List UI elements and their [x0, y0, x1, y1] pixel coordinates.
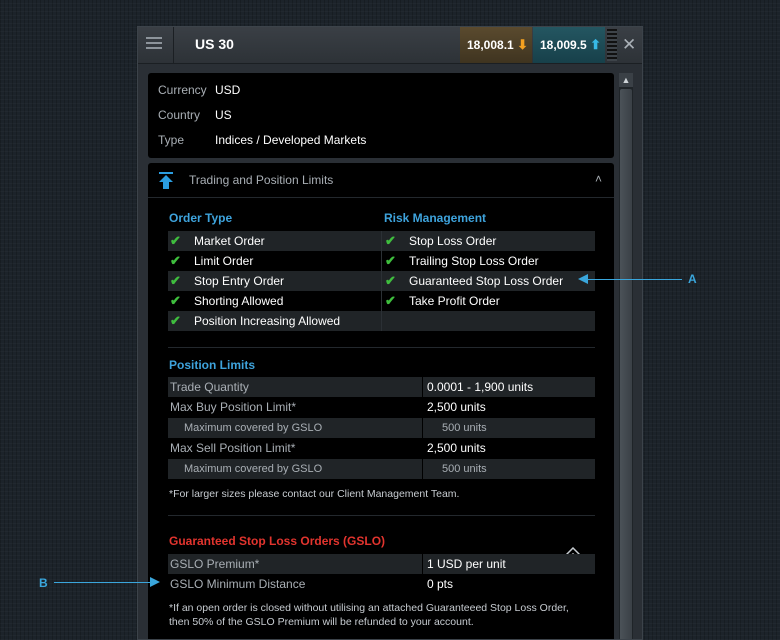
table-row: Maximum covered by GSLO 500 units — [168, 459, 595, 479]
collapse-up-icon — [159, 172, 173, 189]
order-type-label: Limit Order — [194, 254, 254, 268]
product-window: US 30 18,008.1 ⬇ 18,009.5 ⬆ ✕ ▲ Currency… — [137, 26, 643, 640]
chevron-up-icon[interactable]: ˄ — [595, 172, 602, 186]
risk-label: Stop Loss Order — [409, 234, 497, 248]
title-bar: US 30 18,008.1 ⬇ 18,009.5 ⬆ ✕ — [138, 27, 642, 64]
column-divider — [381, 231, 382, 331]
table-row: Trade Quantity 0.0001 - 1,900 units — [168, 377, 595, 397]
position-limits-title: Position Limits — [169, 358, 256, 372]
check-icon: ✔ — [170, 273, 181, 288]
market-title: US 30 — [195, 36, 234, 52]
check-icon: ✔ — [170, 313, 181, 328]
info-row-type: Type Indices / Developed Markets — [158, 133, 366, 147]
check-icon: ✔ — [170, 293, 181, 308]
callout-b-line — [54, 582, 152, 583]
check-icon: ✔ — [385, 293, 396, 308]
order-type-title: Order Type — [169, 211, 233, 225]
limit-value: 2,500 units — [427, 400, 486, 414]
order-type-label: Shorting Allowed — [194, 294, 284, 308]
gslo-title: Guaranteed Stop Loss Orders (GSLO) — [169, 534, 386, 548]
divider — [168, 515, 595, 516]
check-icon: ✔ — [385, 233, 396, 248]
position-limits-note: *For larger sizes please contact our Cli… — [169, 488, 460, 500]
buy-price: 18,009.5 — [540, 38, 587, 52]
table-row: Max Buy Position Limit* 2,500 units — [168, 397, 595, 417]
order-type-label: Market Order — [194, 234, 265, 248]
table-row: Maximum covered by GSLO 500 units — [168, 418, 595, 438]
gslo-label: GSLO Minimum Distance — [170, 577, 306, 591]
drag-grip-icon[interactable] — [607, 29, 617, 61]
vertical-scrollbar[interactable]: ▲ — [619, 73, 633, 639]
info-label: Type — [158, 133, 185, 147]
gslo-label: GSLO Premium* — [170, 557, 260, 571]
hamburger-menu-icon[interactable] — [146, 37, 162, 53]
scroll-up-icon[interactable]: ▲ — [619, 73, 633, 87]
check-icon: ✔ — [385, 273, 396, 288]
sell-price-button[interactable]: 18,008.1 ⬇ — [460, 27, 532, 63]
info-value: US — [215, 108, 232, 122]
limit-value: 500 units — [442, 463, 487, 475]
risk-label: Guaranteed Stop Loss Order — [409, 274, 564, 288]
gslo-value: 1 USD per unit — [427, 557, 506, 571]
risk-management-title: Risk Management — [384, 211, 487, 225]
limit-label: Maximum covered by GSLO — [184, 422, 323, 434]
gslo-note-line1: *If an open order is closed without util… — [169, 602, 569, 614]
limit-label: Trade Quantity — [170, 380, 249, 394]
scroll-thumb[interactable] — [620, 89, 632, 639]
callout-b-label: B — [39, 576, 48, 590]
title-separator — [173, 27, 174, 63]
arrow-down-icon: ⬇ — [517, 37, 528, 52]
check-icon: ✔ — [385, 253, 396, 268]
table-row: Max Sell Position Limit* 2,500 units — [168, 438, 595, 458]
order-type-label: Position Increasing Allowed — [194, 314, 341, 328]
info-row-currency: Currency USD — [158, 83, 240, 97]
limit-value: 500 units — [442, 422, 487, 434]
sell-price: 18,008.1 — [467, 38, 514, 52]
callout-b-arrowhead — [150, 577, 160, 587]
limit-label: Max Sell Position Limit* — [170, 441, 296, 455]
close-icon[interactable]: ✕ — [622, 35, 636, 55]
info-label: Country — [158, 108, 201, 122]
gslo-value: 0 pts — [427, 577, 454, 591]
info-value: Indices / Developed Markets — [215, 133, 367, 147]
limit-label: Max Buy Position Limit* — [170, 400, 297, 414]
trading-limits-panel: Trading and Position Limits ˄ Order Type… — [148, 163, 614, 639]
gslo-note-line2: then 50% of the GSLO Premium will be ref… — [169, 616, 474, 628]
callout-a-label: A — [688, 272, 697, 286]
risk-label: Take Profit Order — [409, 294, 500, 308]
info-label: Currency — [158, 83, 207, 97]
limit-label: Maximum covered by GSLO — [184, 463, 323, 475]
section-header-title: Trading and Position Limits — [189, 173, 334, 187]
buy-price-button[interactable]: 18,009.5 ⬆ — [533, 27, 605, 63]
trading-limits-header[interactable]: Trading and Position Limits ˄ — [148, 163, 614, 198]
arrow-up-icon: ⬆ — [590, 37, 601, 52]
order-type-label: Stop Entry Order — [194, 274, 285, 288]
table-row: GSLO Premium* 1 USD per unit — [168, 554, 595, 574]
limit-value: 2,500 units — [427, 441, 486, 455]
check-icon: ✔ — [170, 233, 181, 248]
check-icon: ✔ — [170, 253, 181, 268]
info-value: USD — [215, 83, 241, 97]
divider — [168, 347, 595, 348]
callout-a-line — [586, 279, 682, 280]
table-row: GSLO Minimum Distance 0 pts — [168, 574, 595, 594]
limit-value: 0.0001 - 1,900 units — [427, 380, 534, 394]
product-info-panel: Currency USD Country US Type Indices / D… — [148, 73, 614, 158]
info-row-country: Country US — [158, 108, 232, 122]
risk-label: Trailing Stop Loss Order — [409, 254, 539, 268]
